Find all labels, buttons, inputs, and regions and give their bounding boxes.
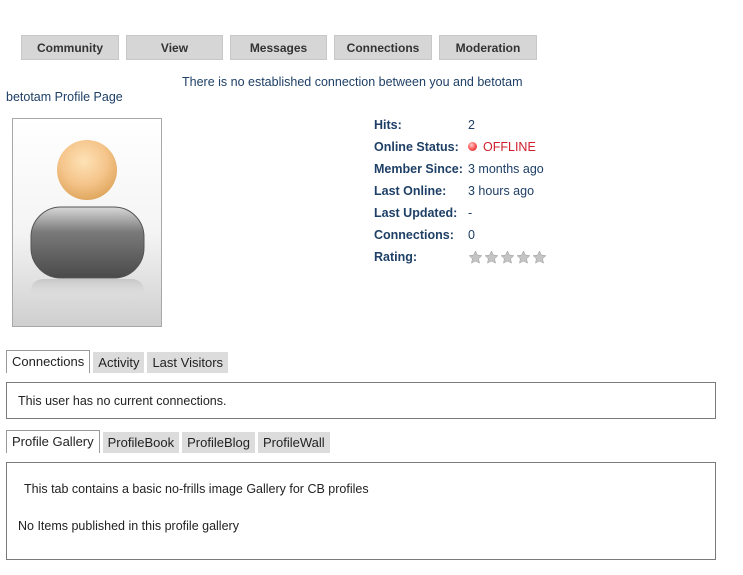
rating-star-icon[interactable]	[468, 250, 483, 265]
member-since-label: Member Since:	[374, 162, 463, 176]
rating-label: Rating:	[374, 250, 418, 264]
hits-label: Hits:	[374, 118, 402, 132]
tab-last-visitors[interactable]: Last Visitors	[147, 352, 229, 373]
profile-tabs-bottom: Profile Gallery ProfileBook ProfileBlog …	[6, 430, 330, 453]
menu-moderation-button[interactable]: Moderation	[439, 35, 537, 60]
connection-notice: There is no established connection betwe…	[182, 75, 523, 89]
tab-profile-gallery[interactable]: Profile Gallery	[6, 430, 100, 453]
connections-value: 0	[468, 228, 475, 242]
gallery-intro-text: This tab contains a basic no-frills imag…	[24, 482, 369, 496]
rating-star-icon[interactable]	[516, 250, 531, 265]
avatar	[12, 118, 162, 327]
online-status-value-wrap: OFFLINE	[468, 140, 536, 154]
hits-value: 2	[468, 118, 475, 132]
member-since-value: 3 months ago	[468, 162, 544, 176]
profile-menu-bar: Community View Messages Connections Mode…	[21, 35, 537, 60]
menu-messages-button[interactable]: Messages	[230, 35, 327, 60]
offline-status-icon	[468, 142, 477, 151]
last-online-value: 3 hours ago	[468, 184, 535, 198]
menu-community-button[interactable]: Community	[21, 35, 119, 60]
tab-profileblog[interactable]: ProfileBlog	[182, 432, 255, 453]
connections-label: Connections:	[374, 228, 454, 242]
last-updated-value: -	[468, 206, 473, 220]
tab-profilebook[interactable]: ProfileBook	[102, 432, 180, 453]
default-user-icon	[30, 140, 145, 301]
gallery-empty-text: No Items published in this profile galle…	[18, 519, 239, 533]
online-status-value: OFFLINE	[483, 140, 536, 154]
tab-connections[interactable]: Connections	[6, 350, 91, 373]
last-updated-label: Last Updated:	[374, 206, 458, 220]
menu-connections-button[interactable]: Connections	[334, 35, 432, 60]
menu-view-button[interactable]: View	[126, 35, 223, 60]
tab-activity[interactable]: Activity	[93, 352, 145, 373]
profile-page-title: betotam Profile Page	[6, 90, 123, 104]
connections-panel: This user has no current connections.	[6, 382, 716, 419]
connections-empty-text: This user has no current connections.	[18, 394, 227, 408]
online-status-label: Online Status:	[374, 140, 459, 154]
last-online-label: Last Online:	[374, 184, 447, 198]
profile-gallery-panel: This tab contains a basic no-frills imag…	[6, 462, 716, 560]
rating-star-icon[interactable]	[484, 250, 499, 265]
rating-star-icon[interactable]	[500, 250, 515, 265]
rating-value	[468, 250, 547, 266]
rating-star-icon[interactable]	[532, 250, 547, 265]
rating-stars[interactable]	[468, 250, 547, 265]
tab-profilewall[interactable]: ProfileWall	[258, 432, 330, 453]
profile-tabs-top: Connections Activity Last Visitors	[6, 350, 229, 373]
